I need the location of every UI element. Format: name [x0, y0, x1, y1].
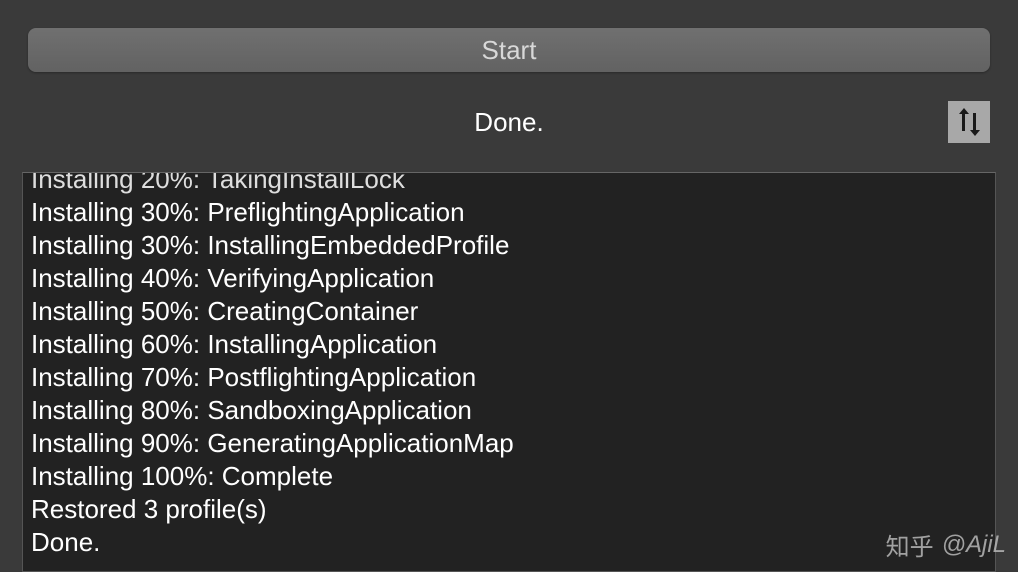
log-line: Restored 3 profile(s): [31, 493, 987, 526]
log-line: Installing 100%: Complete: [31, 460, 987, 493]
sort-icon: [959, 110, 979, 134]
watermark: 知乎 @AjiL: [886, 527, 1006, 562]
log-line: Done.: [31, 526, 987, 559]
zhihu-logo: 知乎: [886, 527, 934, 562]
log-line: Installing 90%: GeneratingApplicationMap: [31, 427, 987, 460]
log-line: Installing 60%: InstallingApplication: [31, 328, 987, 361]
log-line: Installing 80%: SandboxingApplication: [31, 394, 987, 427]
log-line: Installing 50%: CreatingContainer: [31, 295, 987, 328]
status-row: Done.: [0, 100, 1018, 144]
start-button[interactable]: Start: [28, 28, 990, 72]
watermark-handle: @AjiL: [942, 531, 1006, 559]
log-line: Installing 30%: InstallingEmbeddedProfil…: [31, 229, 987, 262]
log-line: Installing 30%: PreflightingApplication: [31, 196, 987, 229]
sort-button[interactable]: [948, 101, 990, 143]
log-output: Installing 20%: TakingInstallLock Instal…: [22, 172, 996, 572]
status-text: Done.: [474, 107, 543, 138]
log-line: Installing 40%: VerifyingApplication: [31, 262, 987, 295]
log-line: Installing 20%: TakingInstallLock: [31, 172, 987, 196]
log-line: Installing 70%: PostflightingApplication: [31, 361, 987, 394]
